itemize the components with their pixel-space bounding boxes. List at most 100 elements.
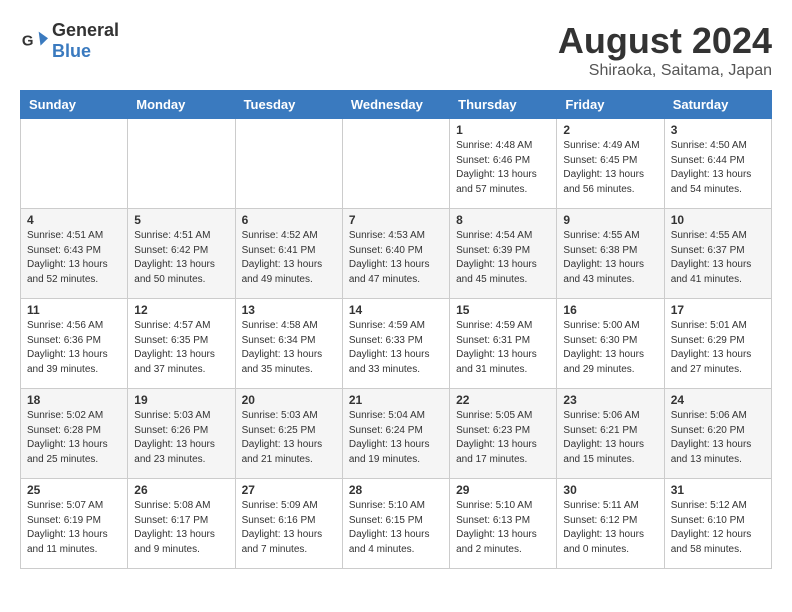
weekday-header-cell: Wednesday bbox=[342, 91, 449, 119]
day-number: 16 bbox=[563, 303, 657, 317]
day-info: Sunrise: 4:51 AM Sunset: 6:42 PM Dayligh… bbox=[134, 229, 228, 287]
calendar-day-cell: 2 Sunrise: 4:49 AM Sunset: 6:45 PM Daylig… bbox=[557, 119, 664, 209]
day-info: Sunrise: 4:59 AM Sunset: 6:31 PM Dayligh… bbox=[456, 319, 550, 377]
weekday-header-row: SundayMondayTuesdayWednesdayThursdayFrid… bbox=[21, 91, 772, 119]
day-number: 6 bbox=[242, 213, 336, 227]
day-info: Sunrise: 4:56 AM Sunset: 6:36 PM Dayligh… bbox=[27, 319, 121, 377]
day-info: Sunrise: 5:02 AM Sunset: 6:28 PM Dayligh… bbox=[27, 409, 121, 467]
day-info: Sunrise: 4:58 AM Sunset: 6:34 PM Dayligh… bbox=[242, 319, 336, 377]
logo-icon: G bbox=[20, 27, 48, 55]
calendar-body: 1 Sunrise: 4:48 AM Sunset: 6:46 PM Daylig… bbox=[21, 119, 772, 569]
day-info: Sunrise: 5:04 AM Sunset: 6:24 PM Dayligh… bbox=[349, 409, 443, 467]
weekday-header-cell: Saturday bbox=[664, 91, 771, 119]
calendar-day-cell: 24Sunrise: 5:06 AM Sunset: 6:20 PM Dayli… bbox=[664, 389, 771, 479]
calendar-day-cell: 19 Sunrise: 5:03 AM Sunset: 6:26 PM Dayli… bbox=[128, 389, 235, 479]
calendar-day-cell: 6 Sunrise: 4:52 AM Sunset: 6:41 PM Daylig… bbox=[235, 209, 342, 299]
day-info: Sunrise: 4:48 AM Sunset: 6:46 PM Dayligh… bbox=[456, 139, 550, 197]
title-area: August 2024 Shiraoka, Saitama, Japan bbox=[558, 20, 772, 80]
day-info: Sunrise: 4:53 AM Sunset: 6:40 PM Dayligh… bbox=[349, 229, 443, 287]
calendar-day-cell: 22 Sunrise: 5:05 AM Sunset: 6:23 PM Dayli… bbox=[450, 389, 557, 479]
calendar-day-cell: 23 Sunrise: 5:06 AM Sunset: 6:21 PM Dayli… bbox=[557, 389, 664, 479]
calendar-week-row: 11Sunrise: 4:56 AM Sunset: 6:36 PM Dayli… bbox=[21, 299, 772, 389]
day-info: Sunrise: 4:49 AM Sunset: 6:45 PM Dayligh… bbox=[563, 139, 657, 197]
day-info: Sunrise: 5:11 AM Sunset: 6:12 PM Dayligh… bbox=[563, 499, 657, 557]
day-number: 27 bbox=[242, 483, 336, 497]
day-info: Sunrise: 5:03 AM Sunset: 6:26 PM Dayligh… bbox=[134, 409, 228, 467]
day-number: 5 bbox=[134, 213, 228, 227]
day-info: Sunrise: 4:55 AM Sunset: 6:38 PM Dayligh… bbox=[563, 229, 657, 287]
calendar-day-cell bbox=[128, 119, 235, 209]
day-info: Sunrise: 5:03 AM Sunset: 6:25 PM Dayligh… bbox=[242, 409, 336, 467]
calendar-week-row: 18 Sunrise: 5:02 AM Sunset: 6:28 PM Dayli… bbox=[21, 389, 772, 479]
calendar-day-cell: 4 Sunrise: 4:51 AM Sunset: 6:43 PM Daylig… bbox=[21, 209, 128, 299]
day-info: Sunrise: 4:51 AM Sunset: 6:43 PM Dayligh… bbox=[27, 229, 121, 287]
day-info: Sunrise: 5:06 AM Sunset: 6:20 PM Dayligh… bbox=[671, 409, 765, 467]
calendar-day-cell: 7Sunrise: 4:53 AM Sunset: 6:40 PM Daylig… bbox=[342, 209, 449, 299]
day-info: Sunrise: 5:06 AM Sunset: 6:21 PM Dayligh… bbox=[563, 409, 657, 467]
day-number: 19 bbox=[134, 393, 228, 407]
day-number: 1 bbox=[456, 123, 550, 137]
calendar-day-cell: 21 Sunrise: 5:04 AM Sunset: 6:24 PM Dayli… bbox=[342, 389, 449, 479]
calendar-day-cell bbox=[235, 119, 342, 209]
calendar-day-cell: 14Sunrise: 4:59 AM Sunset: 6:33 PM Dayli… bbox=[342, 299, 449, 389]
day-number: 22 bbox=[456, 393, 550, 407]
calendar-day-cell: 31 Sunrise: 5:12 AM Sunset: 6:10 PM Dayli… bbox=[664, 479, 771, 569]
calendar-day-cell: 18 Sunrise: 5:02 AM Sunset: 6:28 PM Dayli… bbox=[21, 389, 128, 479]
weekday-header-cell: Tuesday bbox=[235, 91, 342, 119]
day-number: 18 bbox=[27, 393, 121, 407]
day-info: Sunrise: 5:12 AM Sunset: 6:10 PM Dayligh… bbox=[671, 499, 765, 557]
calendar-table: SundayMondayTuesdayWednesdayThursdayFrid… bbox=[20, 90, 772, 569]
day-info: Sunrise: 5:09 AM Sunset: 6:16 PM Dayligh… bbox=[242, 499, 336, 557]
calendar-day-cell: 28 Sunrise: 5:10 AM Sunset: 6:15 PM Dayli… bbox=[342, 479, 449, 569]
day-number: 28 bbox=[349, 483, 443, 497]
day-info: Sunrise: 5:08 AM Sunset: 6:17 PM Dayligh… bbox=[134, 499, 228, 557]
weekday-header-cell: Thursday bbox=[450, 91, 557, 119]
day-number: 10 bbox=[671, 213, 765, 227]
day-number: 21 bbox=[349, 393, 443, 407]
calendar-day-cell: 25Sunrise: 5:07 AM Sunset: 6:19 PM Dayli… bbox=[21, 479, 128, 569]
day-info: Sunrise: 4:52 AM Sunset: 6:41 PM Dayligh… bbox=[242, 229, 336, 287]
day-number: 8 bbox=[456, 213, 550, 227]
day-number: 31 bbox=[671, 483, 765, 497]
calendar-day-cell: 30 Sunrise: 5:11 AM Sunset: 6:12 PM Dayli… bbox=[557, 479, 664, 569]
day-info: Sunrise: 4:50 AM Sunset: 6:44 PM Dayligh… bbox=[671, 139, 765, 197]
day-info: Sunrise: 4:57 AM Sunset: 6:35 PM Dayligh… bbox=[134, 319, 228, 377]
day-info: Sunrise: 5:05 AM Sunset: 6:23 PM Dayligh… bbox=[456, 409, 550, 467]
day-number: 23 bbox=[563, 393, 657, 407]
calendar-day-cell: 16 Sunrise: 5:00 AM Sunset: 6:30 PM Dayli… bbox=[557, 299, 664, 389]
day-info: Sunrise: 5:10 AM Sunset: 6:15 PM Dayligh… bbox=[349, 499, 443, 557]
svg-text:G: G bbox=[22, 33, 34, 50]
calendar-day-cell: 11Sunrise: 4:56 AM Sunset: 6:36 PM Dayli… bbox=[21, 299, 128, 389]
calendar-day-cell: 20Sunrise: 5:03 AM Sunset: 6:25 PM Dayli… bbox=[235, 389, 342, 479]
day-info: Sunrise: 4:59 AM Sunset: 6:33 PM Dayligh… bbox=[349, 319, 443, 377]
day-info: Sunrise: 4:54 AM Sunset: 6:39 PM Dayligh… bbox=[456, 229, 550, 287]
day-number: 4 bbox=[27, 213, 121, 227]
calendar-day-cell: 27 Sunrise: 5:09 AM Sunset: 6:16 PM Dayli… bbox=[235, 479, 342, 569]
calendar-week-row: 25Sunrise: 5:07 AM Sunset: 6:19 PM Dayli… bbox=[21, 479, 772, 569]
calendar-day-cell: 10 Sunrise: 4:55 AM Sunset: 6:37 PM Dayli… bbox=[664, 209, 771, 299]
day-number: 26 bbox=[134, 483, 228, 497]
day-info: Sunrise: 5:10 AM Sunset: 6:13 PM Dayligh… bbox=[456, 499, 550, 557]
calendar-day-cell: 12Sunrise: 4:57 AM Sunset: 6:35 PM Dayli… bbox=[128, 299, 235, 389]
calendar-day-cell: 8 Sunrise: 4:54 AM Sunset: 6:39 PM Daylig… bbox=[450, 209, 557, 299]
day-number: 25 bbox=[27, 483, 121, 497]
day-number: 29 bbox=[456, 483, 550, 497]
calendar-day-cell: 13Sunrise: 4:58 AM Sunset: 6:34 PM Dayli… bbox=[235, 299, 342, 389]
day-info: Sunrise: 5:00 AM Sunset: 6:30 PM Dayligh… bbox=[563, 319, 657, 377]
location-subtitle: Shiraoka, Saitama, Japan bbox=[558, 62, 772, 80]
day-number: 9 bbox=[563, 213, 657, 227]
calendar-day-cell: 9 Sunrise: 4:55 AM Sunset: 6:38 PM Daylig… bbox=[557, 209, 664, 299]
day-info: Sunrise: 4:55 AM Sunset: 6:37 PM Dayligh… bbox=[671, 229, 765, 287]
calendar-day-cell: 1 Sunrise: 4:48 AM Sunset: 6:46 PM Daylig… bbox=[450, 119, 557, 209]
calendar-day-cell: 5 Sunrise: 4:51 AM Sunset: 6:42 PM Daylig… bbox=[128, 209, 235, 299]
day-number: 15 bbox=[456, 303, 550, 317]
weekday-header-cell: Friday bbox=[557, 91, 664, 119]
calendar-day-cell: 15 Sunrise: 4:59 AM Sunset: 6:31 PM Dayli… bbox=[450, 299, 557, 389]
day-number: 30 bbox=[563, 483, 657, 497]
weekday-header-cell: Monday bbox=[128, 91, 235, 119]
day-number: 17 bbox=[671, 303, 765, 317]
day-info: Sunrise: 5:01 AM Sunset: 6:29 PM Dayligh… bbox=[671, 319, 765, 377]
calendar-day-cell bbox=[21, 119, 128, 209]
calendar-day-cell: 17 Sunrise: 5:01 AM Sunset: 6:29 PM Dayli… bbox=[664, 299, 771, 389]
day-number: 2 bbox=[563, 123, 657, 137]
